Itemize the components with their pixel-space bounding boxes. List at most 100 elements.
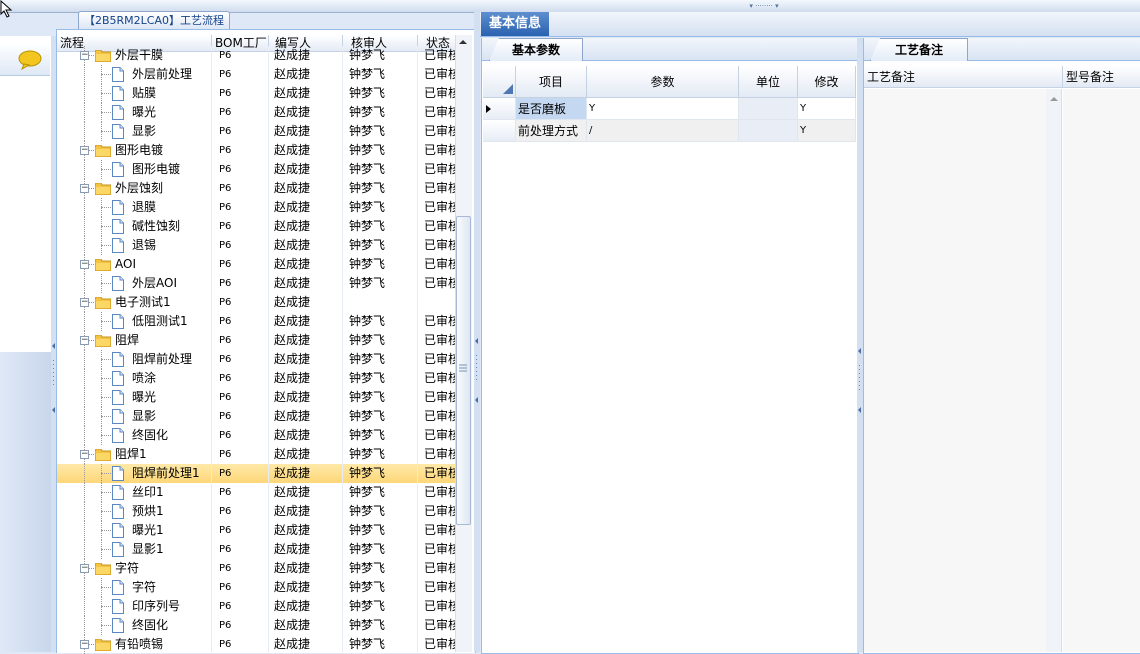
reviewer-cell[interactable]: 钟梦飞 (343, 255, 418, 274)
tree-node-cell[interactable]: 贴膜 (57, 84, 212, 103)
tree-item-row[interactable]: 贴膜 P6 赵成捷 钟梦飞 已审核 (57, 84, 455, 103)
tab-basic-info[interactable]: 基本信息 (481, 12, 549, 36)
tree-item-row[interactable]: 终固化 P6 赵成捷 钟梦飞 已审核 (57, 426, 455, 445)
status-cell[interactable]: 已审核 (418, 369, 455, 388)
status-cell[interactable]: 已审核 (418, 350, 455, 369)
bom-factory-cell[interactable]: P6 (212, 331, 269, 350)
bom-factory-cell[interactable]: P6 (212, 540, 269, 559)
tab-basic-params[interactable]: 基本参数 (489, 38, 583, 61)
author-cell[interactable]: 赵成捷 (269, 483, 343, 502)
param-value-cell[interactable]: Y (587, 98, 739, 120)
author-cell[interactable]: 赵成捷 (269, 198, 343, 217)
collapse-toggle-icon[interactable]: − (80, 51, 89, 60)
bom-factory-cell[interactable]: P6 (212, 464, 269, 483)
author-cell[interactable]: 赵成捷 (269, 635, 343, 654)
status-cell[interactable]: 已审核 (418, 616, 455, 635)
status-cell[interactable]: 已审核 (418, 217, 455, 236)
tree-node-cell[interactable]: − 图形电镀 (57, 141, 212, 160)
author-cell[interactable]: 赵成捷 (269, 369, 343, 388)
tree-item-row[interactable]: 预烘1 P6 赵成捷 钟梦飞 已审核 (57, 502, 455, 521)
tree-node-cell[interactable]: 字符 (57, 578, 212, 597)
param-item-cell[interactable]: 前处理方式 (516, 120, 587, 142)
tree-node-cell[interactable]: 阻焊前处理1 (57, 464, 212, 483)
collapse-grip[interactable]: ▾ ········ ▾ (732, 3, 796, 10)
bom-factory-cell[interactable]: P6 (212, 559, 269, 578)
tree-folder-row[interactable]: − 外层蚀刻 P6 赵成捷 钟梦飞 已审核 (57, 179, 455, 198)
reviewer-cell[interactable]: 钟梦飞 (343, 198, 418, 217)
author-cell[interactable]: 赵成捷 (269, 426, 343, 445)
remark-col-model[interactable]: 型号备注 (1063, 66, 1140, 88)
tree-node-cell[interactable]: 曝光1 (57, 521, 212, 540)
reviewer-cell[interactable]: 钟梦飞 (343, 464, 418, 483)
tree-folder-row[interactable]: − 外层干膜 P6 赵成捷 钟梦飞 已审核 (57, 46, 455, 65)
status-cell[interactable]: 已审核 (418, 559, 455, 578)
bom-factory-cell[interactable]: P6 (212, 46, 269, 65)
bom-factory-cell[interactable]: P6 (212, 236, 269, 255)
bom-factory-cell[interactable]: P6 (212, 65, 269, 84)
reviewer-cell[interactable]: 钟梦飞 (343, 597, 418, 616)
status-cell[interactable]: 已审核 (418, 46, 455, 65)
tree-item-row[interactable]: 外层前处理 P6 赵成捷 钟梦飞 已审核 (57, 65, 455, 84)
bom-factory-cell[interactable]: P6 (212, 293, 269, 312)
tree-item-row[interactable]: 喷涂 P6 赵成捷 钟梦飞 已审核 (57, 369, 455, 388)
reviewer-cell[interactable]: 钟梦飞 (343, 540, 418, 559)
tree-item-row[interactable]: 图形电镀 P6 赵成捷 钟梦飞 已审核 (57, 160, 455, 179)
reviewer-cell[interactable]: 钟梦飞 (343, 616, 418, 635)
reviewer-cell[interactable]: 钟梦飞 (343, 445, 418, 464)
collapse-toggle-icon[interactable]: − (80, 260, 89, 269)
bom-factory-cell[interactable]: P6 (212, 426, 269, 445)
tree-node-cell[interactable]: 终固化 (57, 616, 212, 635)
author-cell[interactable]: 赵成捷 (269, 502, 343, 521)
reviewer-cell[interactable]: 钟梦飞 (343, 274, 418, 293)
tree-node-cell[interactable]: 终固化 (57, 426, 212, 445)
author-cell[interactable]: 赵成捷 (269, 578, 343, 597)
tree-folder-row[interactable]: − 阻焊 P6 赵成捷 钟梦飞 已审核 (57, 331, 455, 350)
status-cell[interactable]: 已审核 (418, 635, 455, 654)
bom-factory-cell[interactable]: P6 (212, 369, 269, 388)
collapse-toggle-icon[interactable]: − (80, 336, 89, 345)
status-cell[interactable]: 已审核 (418, 540, 455, 559)
reviewer-cell[interactable]: 钟梦飞 (343, 559, 418, 578)
author-cell[interactable]: 赵成捷 (269, 255, 343, 274)
middle-splitter-grip-icon[interactable] (474, 335, 480, 410)
tree-node-cell[interactable]: 碱性蚀刻 (57, 217, 212, 236)
status-cell[interactable]: 已审核 (418, 84, 455, 103)
tree-item-row[interactable]: 阻焊前处理 P6 赵成捷 钟梦飞 已审核 (57, 350, 455, 369)
author-cell[interactable]: 赵成捷 (269, 65, 343, 84)
param-unit-cell[interactable] (739, 98, 798, 120)
author-cell[interactable]: 赵成捷 (269, 179, 343, 198)
tree-node-cell[interactable]: 曝光 (57, 388, 212, 407)
bom-factory-cell[interactable]: P6 (212, 483, 269, 502)
tree-node-cell[interactable]: 丝印1 (57, 483, 212, 502)
tree-node-cell[interactable]: 退锡 (57, 236, 212, 255)
status-cell[interactable]: 已审核 (418, 236, 455, 255)
param-modify-cell[interactable]: Y (798, 98, 856, 120)
reviewer-cell[interactable]: 钟梦飞 (343, 502, 418, 521)
bom-factory-cell[interactable]: P6 (212, 502, 269, 521)
tree-item-row[interactable]: 退锡 P6 赵成捷 钟梦飞 已审核 (57, 236, 455, 255)
status-cell[interactable]: 已审核 (418, 103, 455, 122)
status-cell[interactable]: 已审核 (418, 65, 455, 84)
tree-node-cell[interactable]: − 字符 (57, 559, 212, 578)
author-cell[interactable]: 赵成捷 (269, 521, 343, 540)
author-cell[interactable]: 赵成捷 (269, 217, 343, 236)
reviewer-cell[interactable]: 钟梦飞 (343, 312, 418, 331)
status-cell[interactable]: 已审核 (418, 426, 455, 445)
bom-factory-cell[interactable]: P6 (212, 160, 269, 179)
status-cell[interactable]: 已审核 (418, 388, 455, 407)
tree-folder-row[interactable]: − 图形电镀 P6 赵成捷 钟梦飞 已审核 (57, 141, 455, 160)
tree-node-cell[interactable]: − 有铅喷锡 (57, 635, 212, 654)
status-cell[interactable]: 已审核 (418, 198, 455, 217)
tree-item-row[interactable]: 低阻测试1 P6 赵成捷 钟梦飞 已审核 (57, 312, 455, 331)
reviewer-cell[interactable]: 钟梦飞 (343, 407, 418, 426)
tree-node-cell[interactable]: 图形电镀 (57, 160, 212, 179)
process-remark-textarea[interactable] (864, 89, 1062, 652)
status-cell[interactable]: 已审核 (418, 312, 455, 331)
collapse-toggle-icon[interactable]: − (80, 450, 89, 459)
bom-factory-cell[interactable]: P6 (212, 255, 269, 274)
reviewer-cell[interactable]: 钟梦飞 (343, 179, 418, 198)
reviewer-cell[interactable]: 钟梦飞 (343, 331, 418, 350)
reviewer-cell[interactable]: 钟梦飞 (343, 141, 418, 160)
status-cell[interactable]: 已审核 (418, 521, 455, 540)
tree-item-row[interactable]: 外层AOI P6 赵成捷 钟梦飞 已审核 (57, 274, 455, 293)
